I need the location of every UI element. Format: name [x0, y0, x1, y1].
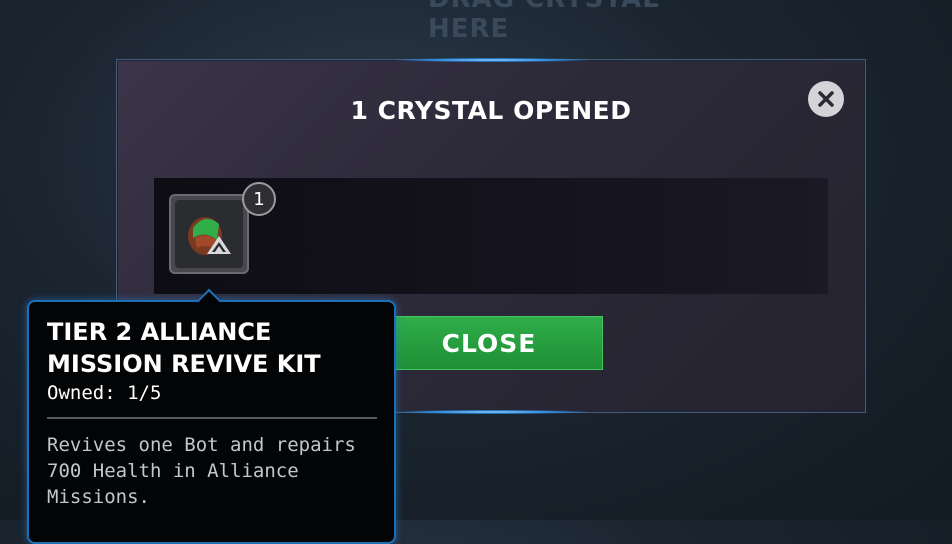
- tooltip-owned-count: Owned: 1/5: [47, 382, 162, 404]
- close-button[interactable]: CLOSE: [375, 316, 603, 370]
- close-x-icon: [818, 91, 834, 107]
- modal-title: 1 CRYSTAL OPENED: [350, 96, 632, 125]
- revive-kit-icon: [175, 200, 243, 268]
- item-tooltip: TIER 2 ALLIANCE MISSION REVIVE KIT Owned…: [27, 288, 396, 544]
- tooltip-item-name: TIER 2 ALLIANCE MISSION REVIVE KIT: [47, 318, 321, 378]
- reward-count-badge: 1: [242, 182, 276, 216]
- reward-item-revive-kit[interactable]: 1: [169, 182, 276, 274]
- tooltip-divider: [47, 417, 377, 419]
- drag-crystal-hint: DRAG CRYSTAL HERE: [428, 0, 659, 44]
- modal-bottom-glow: [397, 410, 587, 414]
- close-x-button[interactable]: [808, 81, 844, 117]
- modal-top-glow: [397, 58, 587, 62]
- reward-list: 1: [154, 178, 828, 294]
- tooltip-description: Revives one Bot and repairs 700 Health i…: [47, 434, 356, 508]
